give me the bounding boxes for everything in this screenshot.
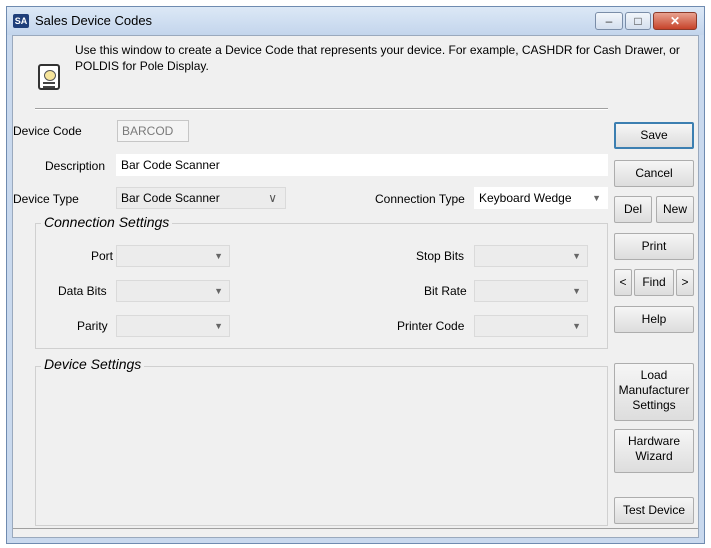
connection-settings-title: Connection Settings — [41, 214, 173, 230]
title-bar[interactable]: SA Sales Device Codes – □ ✕ — [7, 7, 704, 35]
description-label: Description — [45, 159, 106, 173]
data-bits-label: Data Bits — [58, 284, 107, 298]
description-field[interactable]: Bar Code Scanner — [116, 154, 608, 176]
device-code-field[interactable]: BARCOD — [117, 120, 189, 142]
dropdown-arrow-icon: ▼ — [572, 286, 581, 296]
stop-bits-label: Stop Bits — [416, 249, 465, 263]
find-button[interactable]: Find — [634, 269, 674, 296]
device-settings-group — [35, 366, 608, 526]
document-info-icon — [38, 64, 60, 90]
maximize-button[interactable]: □ — [625, 12, 651, 30]
load-label-line2: Manufacturer — [618, 383, 690, 397]
wizard-label-line1: Hardware — [627, 434, 681, 448]
chevron-down-icon: ∨ — [268, 191, 277, 205]
client-area: Use this window to create a Device Code … — [12, 35, 699, 538]
minimize-icon: – — [605, 14, 613, 28]
connection-type-label: Connection Type — [375, 192, 465, 206]
dropdown-arrow-icon: ▼ — [214, 321, 223, 331]
printer-code-label: Printer Code — [397, 319, 465, 333]
window-title: Sales Device Codes — [35, 13, 153, 28]
data-bits-select[interactable]: ▼ — [116, 280, 230, 302]
print-button[interactable]: Print — [614, 233, 694, 260]
previous-button[interactable]: < — [614, 269, 632, 296]
test-device-button[interactable]: Test Device — [614, 497, 694, 524]
device-type-select[interactable]: Bar Code Scanner ∨ — [116, 187, 286, 209]
delete-button[interactable]: Del — [614, 196, 652, 223]
next-button[interactable]: > — [676, 269, 694, 296]
hardware-wizard-button[interactable]: Hardware Wizard — [614, 429, 694, 473]
parity-label: Parity — [77, 319, 108, 333]
port-label: Port — [91, 249, 114, 263]
load-manufacturer-settings-button[interactable]: Load Manufacturer Settings — [614, 363, 694, 421]
connection-type-select[interactable]: Keyboard Wedge ▼ — [474, 187, 608, 209]
bit-rate-select[interactable]: ▼ — [474, 280, 588, 302]
minimize-button[interactable]: – — [595, 12, 623, 30]
dropdown-arrow-icon: ▼ — [572, 321, 581, 331]
maximize-icon: □ — [634, 14, 642, 28]
wizard-label-line2: Wizard — [635, 449, 673, 463]
device-type-label: Device Type — [13, 192, 79, 206]
load-label-line1: Load — [640, 368, 668, 382]
stop-bits-select[interactable]: ▼ — [474, 245, 588, 267]
dropdown-arrow-icon: ▼ — [214, 251, 223, 261]
bit-rate-label: Bit Rate — [424, 284, 467, 298]
close-icon: ✕ — [669, 14, 681, 28]
close-button[interactable]: ✕ — [653, 12, 697, 30]
info-text: Use this window to create a Device Code … — [75, 43, 680, 73]
new-button[interactable]: New — [656, 196, 694, 223]
device-type-value: Bar Code Scanner — [121, 191, 220, 205]
device-code-label: Device Code — [13, 124, 82, 138]
port-select[interactable]: ▼ — [116, 245, 230, 267]
sales-device-codes-window: SA Sales Device Codes – □ ✕ Use this win… — [6, 6, 705, 544]
connection-type-value: Keyboard Wedge — [479, 191, 572, 205]
app-icon: SA — [13, 14, 29, 28]
header-separator — [35, 108, 608, 110]
cancel-button[interactable]: Cancel — [614, 160, 694, 187]
device-settings-title: Device Settings — [41, 356, 145, 372]
dropdown-arrow-icon: ▼ — [592, 193, 601, 203]
help-button[interactable]: Help — [614, 306, 694, 333]
dropdown-arrow-icon: ▼ — [214, 286, 223, 296]
dropdown-arrow-icon: ▼ — [572, 251, 581, 261]
save-button[interactable]: Save — [614, 122, 694, 149]
status-separator — [13, 528, 698, 529]
printer-code-select[interactable]: ▼ — [474, 315, 588, 337]
parity-select[interactable]: ▼ — [116, 315, 230, 337]
load-label-line3: Settings — [632, 398, 676, 412]
